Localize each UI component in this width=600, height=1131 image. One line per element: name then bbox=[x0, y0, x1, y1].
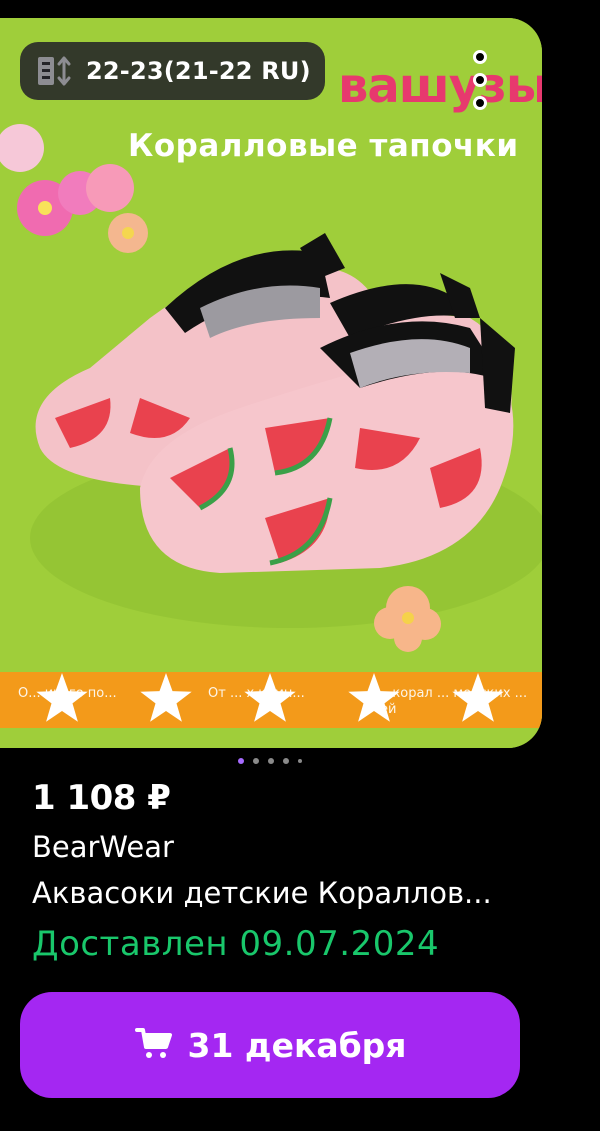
size-badge[interactable]: 22-23(21-22 RU) bbox=[20, 42, 325, 100]
cart-button-label: 31 декабря bbox=[187, 1025, 407, 1065]
product-brand-text: вашузы bbox=[338, 58, 542, 114]
pager-dot bbox=[298, 759, 302, 763]
more-dot bbox=[473, 50, 487, 64]
cart-icon bbox=[134, 1025, 174, 1065]
star-icon bbox=[140, 673, 192, 722]
image-pager bbox=[238, 758, 302, 764]
pager-dot bbox=[238, 758, 244, 764]
rating-stars bbox=[36, 673, 504, 722]
more-vertical-icon[interactable] bbox=[458, 50, 502, 110]
more-dot bbox=[473, 96, 487, 110]
product-subtitle-text: Коралловые тапочки bbox=[128, 128, 519, 164]
star-icon bbox=[244, 673, 296, 722]
pager-dot bbox=[268, 758, 274, 764]
size-label: 22-23(21-22 RU) bbox=[86, 57, 311, 85]
product-image-card[interactable]: вашузы Коралловые тапочки О... ичего по.… bbox=[0, 18, 542, 748]
more-dot bbox=[473, 73, 487, 87]
add-to-cart-button[interactable]: 31 декабря bbox=[20, 992, 520, 1098]
star-icon bbox=[36, 673, 88, 722]
pager-dot bbox=[283, 758, 289, 764]
ruler-size-icon bbox=[36, 51, 86, 91]
star-icon bbox=[348, 673, 400, 722]
product-brand[interactable]: BearWear bbox=[32, 830, 174, 864]
delivery-status: Доставлен 09.07.2024 bbox=[32, 924, 440, 964]
pager-dot bbox=[253, 758, 259, 764]
star-icon bbox=[452, 673, 504, 722]
product-title[interactable]: Аквасоки детские Кораллов... bbox=[32, 876, 492, 910]
product-price: 1 108 ₽ bbox=[32, 778, 171, 818]
